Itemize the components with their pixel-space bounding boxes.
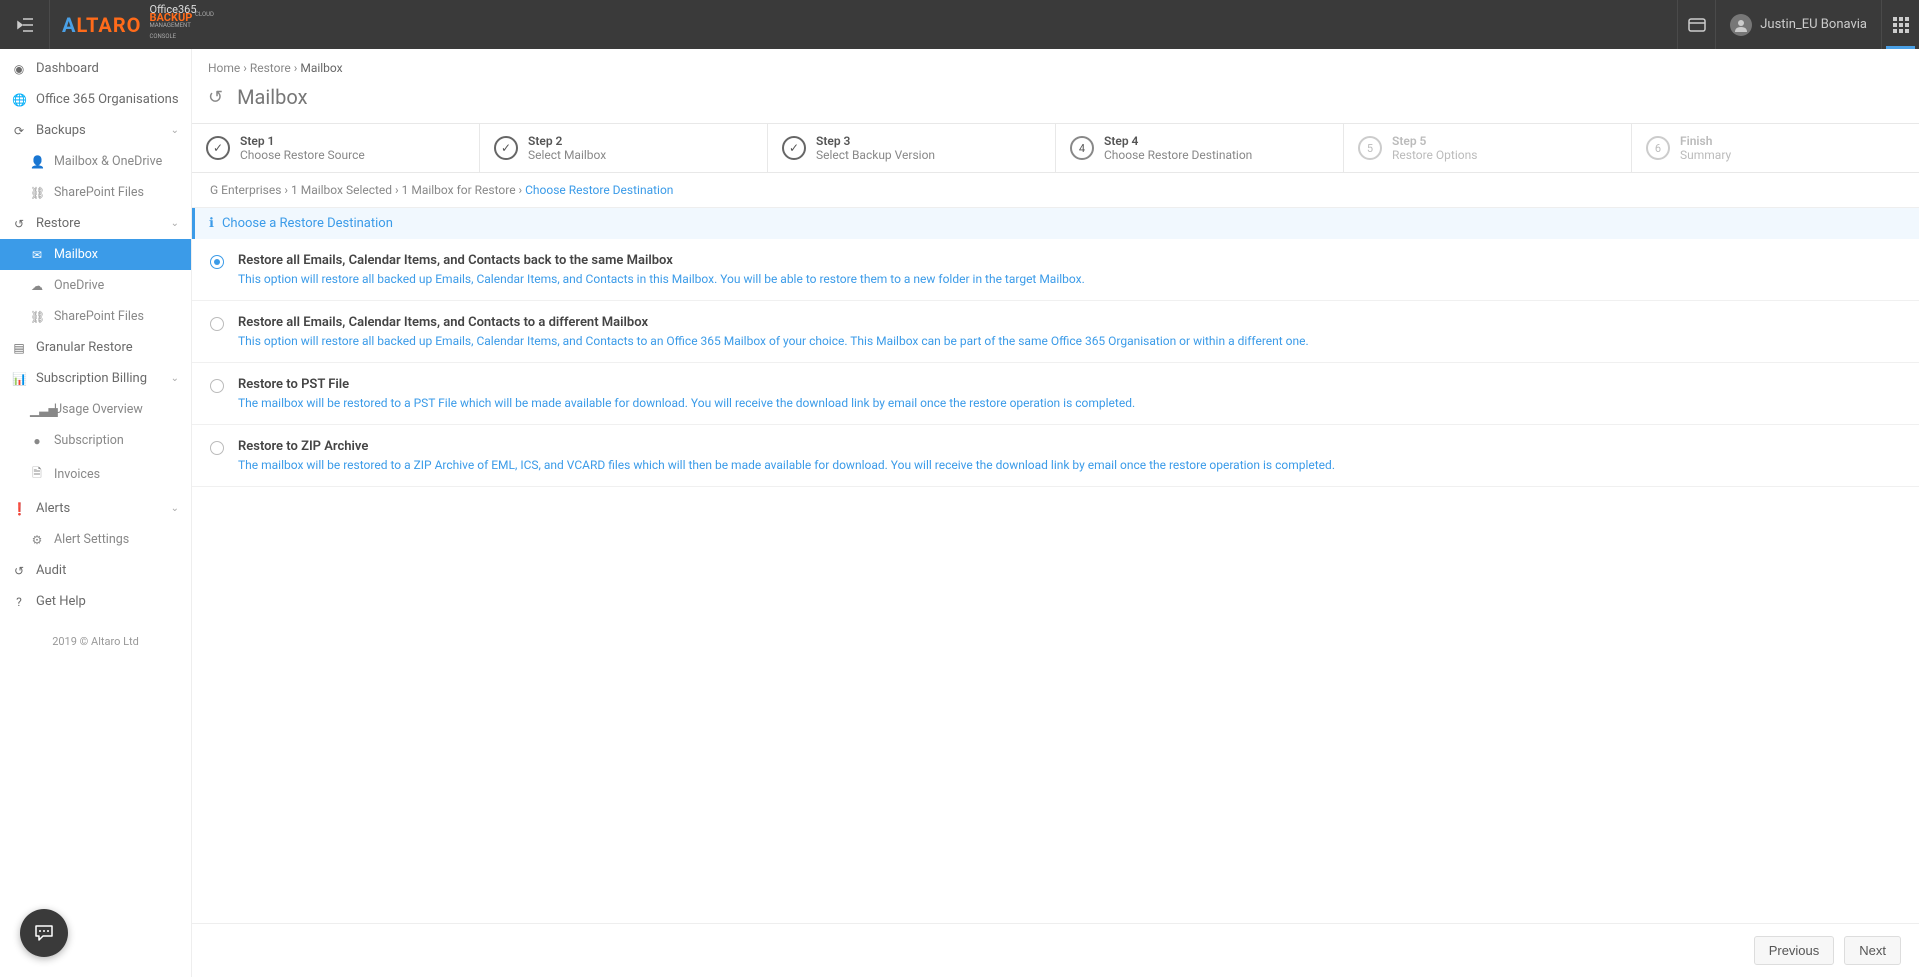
sidebar-item-restore[interactable]: ↺Restore⌄	[0, 208, 191, 239]
gear-icon: ⚙	[30, 533, 44, 547]
restore-option-zip[interactable]: Restore to ZIP ArchiveThe mailbox will b…	[192, 425, 1919, 487]
sitemap-icon: ⛓	[30, 186, 44, 200]
info-icon: ℹ	[209, 216, 214, 231]
check-icon	[782, 136, 806, 160]
check-icon	[494, 136, 518, 160]
sidebar-footer: 2019 © Altaro Ltd	[0, 617, 191, 666]
alert-icon: ❗	[12, 502, 26, 516]
globe-icon: 🌐	[12, 93, 26, 107]
wizard-step-5: 5Step 5Restore Options	[1344, 124, 1632, 172]
page-title: Mailbox	[237, 85, 307, 109]
previous-button[interactable]: Previous	[1754, 936, 1835, 965]
card-icon	[1688, 18, 1706, 32]
wizard-step-2[interactable]: Step 2Select Mailbox	[480, 124, 768, 172]
menu-collapse-icon	[17, 18, 33, 32]
restore-options: Restore all Emails, Calendar Items, and …	[192, 239, 1919, 923]
restore-option-different-mailbox[interactable]: Restore all Emails, Calendar Items, and …	[192, 301, 1919, 363]
envelope-icon: ✉	[30, 248, 44, 262]
sidebar-item-help[interactable]: ?Get Help	[0, 586, 191, 617]
chat-button[interactable]	[20, 909, 68, 957]
next-button[interactable]: Next	[1844, 936, 1901, 965]
sidebar-item-restore-sharepoint[interactable]: ⛓SharePoint Files	[0, 301, 191, 332]
bar-chart-icon: ▁▃▅	[30, 403, 44, 417]
sidebar-item-audit[interactable]: ↺Audit	[0, 555, 191, 586]
sidebar-item-restore-onedrive[interactable]: ☁OneDrive	[0, 270, 191, 301]
undo-icon: ↺	[12, 217, 26, 231]
chat-icon	[34, 923, 54, 943]
help-icon: ?	[12, 595, 26, 609]
chevron-down-icon: ⌄	[171, 373, 179, 384]
notifications-button[interactable]	[1677, 0, 1715, 49]
restore-option-pst[interactable]: Restore to PST FileThe mailbox will be r…	[192, 363, 1919, 425]
undo-icon: ↺	[208, 87, 223, 108]
footer-actions: Previous Next	[192, 923, 1919, 977]
wizard-step-4[interactable]: 4Step 4Choose Restore Destination	[1056, 124, 1344, 172]
info-banner-text: Choose a Restore Destination	[222, 216, 393, 231]
chart-icon: 📊	[12, 372, 26, 386]
apps-grid-icon	[1893, 17, 1909, 33]
document-icon: 🗎	[30, 464, 44, 485]
apps-button[interactable]	[1881, 0, 1919, 49]
breadcrumb-mailbox: Mailbox	[300, 61, 342, 75]
sidebar-item-granular[interactable]: ▤Granular Restore	[0, 332, 191, 363]
restore-option-same-mailbox[interactable]: Restore all Emails, Calendar Items, and …	[192, 239, 1919, 301]
user-icon: 👤	[30, 155, 44, 169]
wizard-breadcrumb: G Enterprises › 1 Mailbox Selected › 1 M…	[192, 173, 1919, 208]
wizard-step-1[interactable]: Step 1Choose Restore Source	[192, 124, 480, 172]
sitemap-icon: ⛓	[30, 310, 44, 324]
user-menu[interactable]: Justin_EU Bonavia	[1715, 0, 1881, 49]
topbar: ALTARO Office365 BACKUP CLOUDMANAGEMENTC…	[0, 0, 1919, 49]
step-number-icon: 4	[1070, 136, 1094, 160]
sidebar-item-billing-subscription[interactable]: ●Subscription	[0, 425, 191, 456]
breadcrumb: Home › Restore › Mailbox	[192, 49, 1919, 79]
chevron-down-icon: ⌄	[171, 125, 179, 136]
wizard-step-6: 6FinishSummary	[1632, 124, 1919, 172]
sidebar-item-billing-usage[interactable]: ▁▃▅Usage Overview	[0, 394, 191, 425]
sidebar-item-dashboard[interactable]: ◉Dashboard	[0, 53, 191, 84]
user-icon	[1734, 18, 1748, 32]
step-number-icon: 6	[1646, 136, 1670, 160]
file-icon: ▤	[12, 341, 26, 355]
sidebar-item-organisations[interactable]: 🌐Office 365 Organisations	[0, 84, 191, 115]
avatar	[1730, 14, 1752, 36]
user-name: Justin_EU Bonavia	[1760, 17, 1867, 32]
sidebar-item-backups[interactable]: ⟳Backups⌄	[0, 115, 191, 146]
sidebar-item-billing[interactable]: 📊Subscription Billing⌄	[0, 363, 191, 394]
cloud-icon: ☁	[30, 279, 44, 293]
info-banner: ℹ Choose a Restore Destination	[192, 208, 1919, 239]
chevron-down-icon: ⌄	[171, 218, 179, 229]
page-heading: ↺ Mailbox	[192, 79, 1919, 123]
history-icon: ↺	[12, 564, 26, 578]
breadcrumb-restore[interactable]: Restore	[250, 61, 291, 75]
sidebar-toggle-button[interactable]	[0, 0, 50, 49]
refresh-icon: ⟳	[12, 124, 26, 138]
radio-icon	[210, 255, 224, 269]
sidebar: ◉Dashboard 🌐Office 365 Organisations ⟳Ba…	[0, 49, 192, 977]
circle-icon: ●	[30, 434, 44, 448]
radio-icon	[210, 317, 224, 331]
radio-icon	[210, 441, 224, 455]
chevron-down-icon: ⌄	[171, 503, 179, 514]
sidebar-item-restore-mailbox[interactable]: ✉Mailbox	[0, 239, 191, 270]
main-content: Home › Restore › Mailbox ↺ Mailbox Step …	[192, 49, 1919, 977]
sidebar-item-alerts[interactable]: ❗Alerts⌄	[0, 493, 191, 524]
sidebar-item-billing-invoices[interactable]: 🗎Invoices	[0, 456, 191, 493]
wizard-step-3[interactable]: Step 3Select Backup Version	[768, 124, 1056, 172]
step-number-icon: 5	[1358, 136, 1382, 160]
wizard-steps: Step 1Choose Restore Source Step 2Select…	[192, 123, 1919, 173]
sidebar-item-backups-mailbox[interactable]: 👤Mailbox & OneDrive	[0, 146, 191, 177]
radio-icon	[210, 379, 224, 393]
sidebar-item-backups-sharepoint[interactable]: ⛓SharePoint Files	[0, 177, 191, 208]
breadcrumb-home[interactable]: Home	[208, 61, 240, 75]
brand-logo[interactable]: ALTARO Office365 BACKUP CLOUDMANAGEMENTC…	[50, 0, 226, 49]
sidebar-item-alert-settings[interactable]: ⚙Alert Settings	[0, 524, 191, 555]
dashboard-icon: ◉	[12, 62, 26, 76]
check-icon	[206, 136, 230, 160]
